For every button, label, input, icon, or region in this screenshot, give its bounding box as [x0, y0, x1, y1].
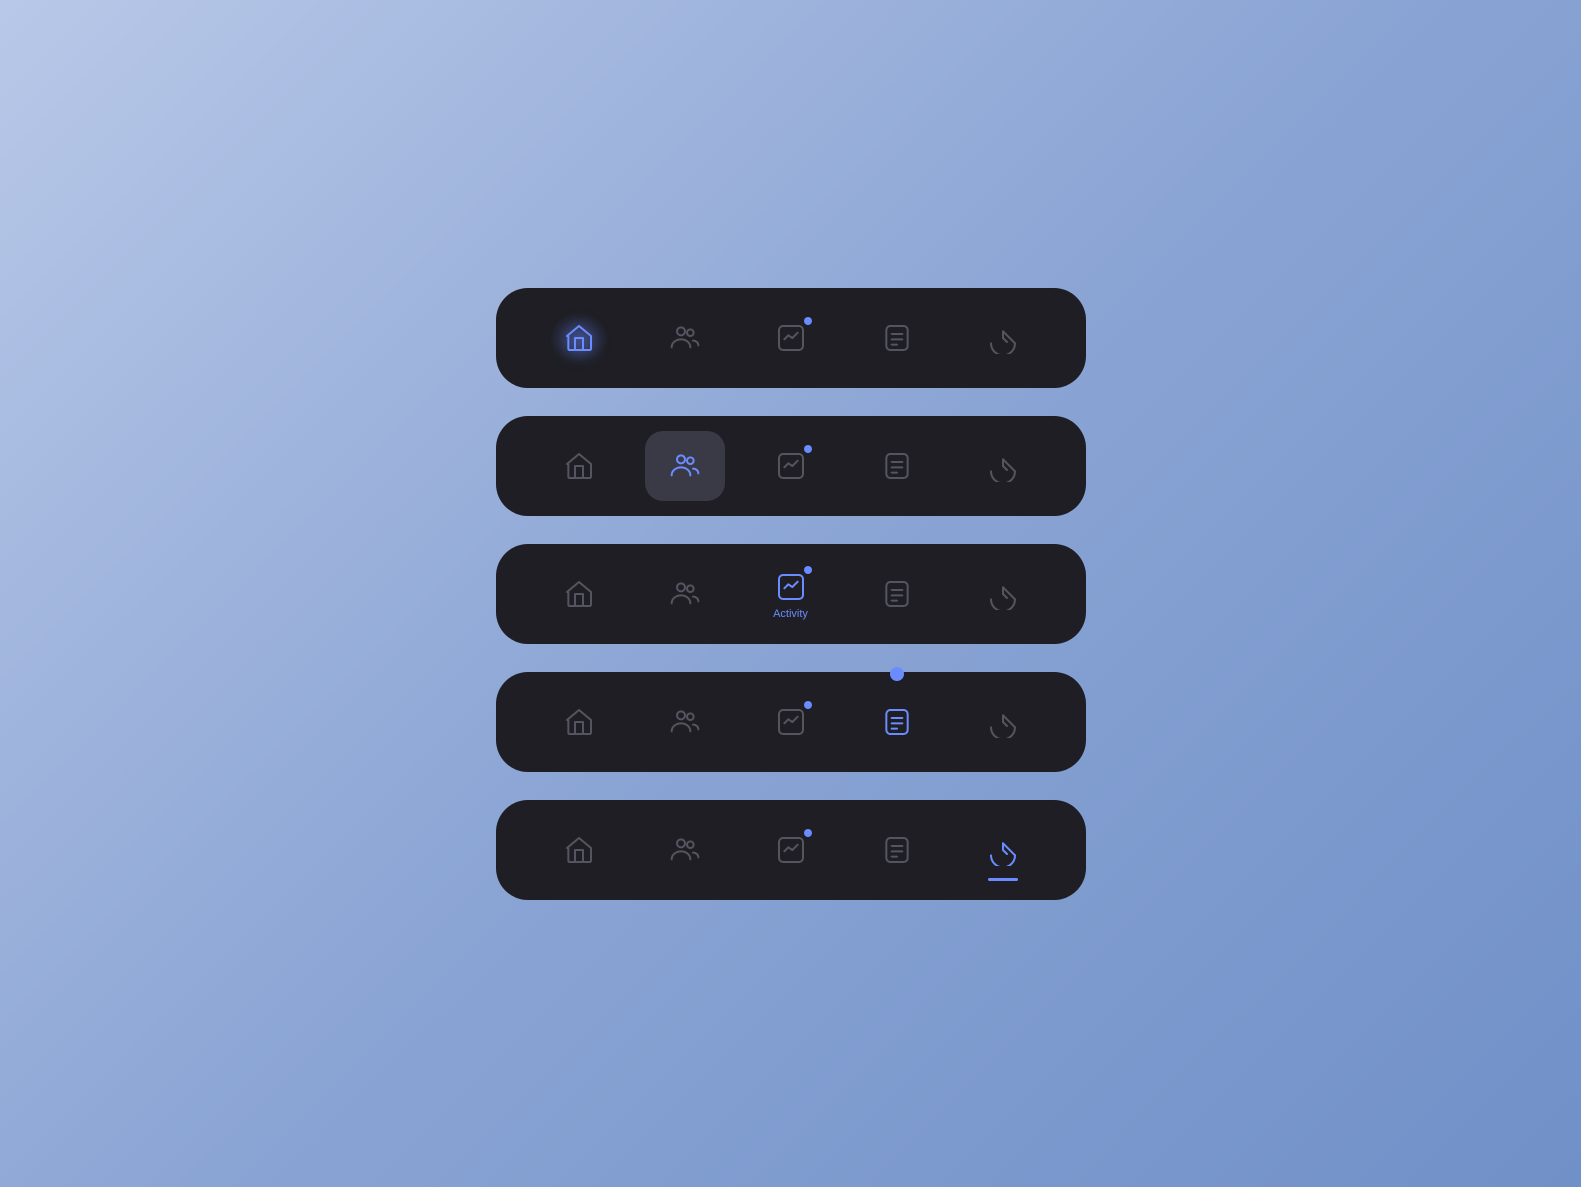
- notes-icon: [878, 319, 916, 357]
- activity-icon-wrap: [772, 319, 810, 357]
- activity-icon: [772, 831, 810, 869]
- reports-icon: [984, 447, 1022, 485]
- nav-team-row5[interactable]: [645, 815, 725, 885]
- nav-activity-row4[interactable]: [751, 687, 831, 757]
- nav-home-row2[interactable]: [539, 431, 619, 501]
- nav-activity-row3[interactable]: Activity: [751, 554, 831, 634]
- activity-label: Activity: [773, 608, 808, 620]
- activity-icon: [772, 568, 810, 606]
- activity-notif-dot: [804, 317, 812, 325]
- notes-icon: [878, 447, 916, 485]
- navbar-row4: [496, 672, 1086, 772]
- activity-icon: [772, 703, 810, 741]
- nav-team-row4[interactable]: [645, 687, 725, 757]
- navbars-container: Activity: [496, 288, 1086, 900]
- home-icon: [560, 447, 598, 485]
- team-icon: [666, 447, 704, 485]
- notes-icon: [878, 703, 916, 741]
- nav-home-row3[interactable]: [539, 559, 619, 629]
- reports-icon: [984, 319, 1022, 357]
- activity-icon-wrap: [772, 703, 810, 741]
- nav-activity-row2[interactable]: [751, 431, 831, 501]
- reports-icon: [984, 575, 1022, 613]
- nav-home-row5[interactable]: [539, 815, 619, 885]
- home-icon: [560, 703, 598, 741]
- nav-notes-row4[interactable]: [857, 687, 937, 757]
- nav-reports-row5[interactable]: [963, 815, 1043, 885]
- nav-reports-row3[interactable]: [963, 559, 1043, 629]
- navbar-row3: Activity: [496, 544, 1086, 644]
- team-icon: [666, 575, 704, 613]
- navbar-row5: [496, 800, 1086, 900]
- activity-icon-wrap: [772, 447, 810, 485]
- nav-reports-row1[interactable]: [963, 303, 1043, 373]
- home-icon: [560, 831, 598, 869]
- nav-activity-row5[interactable]: [751, 815, 831, 885]
- navbar-row1: [496, 288, 1086, 388]
- reports-icon: [984, 703, 1022, 741]
- activity-icon: [772, 319, 810, 357]
- activity-icon-wrap: [772, 568, 810, 606]
- navbar-row2: [496, 416, 1086, 516]
- nav-notes-row5[interactable]: [857, 815, 937, 885]
- home-icon: [560, 575, 598, 613]
- activity-notif-dot: [804, 829, 812, 837]
- team-icon: [666, 319, 704, 357]
- nav-reports-row2[interactable]: [963, 431, 1043, 501]
- nav-activity-row1[interactable]: [751, 303, 831, 373]
- activity-notif-dot: [804, 566, 812, 574]
- nav-home-row1[interactable]: [539, 303, 619, 373]
- activity-icon: [772, 447, 810, 485]
- nav-notes-row3[interactable]: [857, 559, 937, 629]
- notes-icon: [878, 831, 916, 869]
- reports-icon: [984, 831, 1022, 869]
- nav-team-row1[interactable]: [645, 303, 725, 373]
- activity-notif-dot: [804, 445, 812, 453]
- nav-team-row2[interactable]: [645, 431, 725, 501]
- nav-reports-row4[interactable]: [963, 687, 1043, 757]
- nav-notes-row2[interactable]: [857, 431, 937, 501]
- nav-home-row4[interactable]: [539, 687, 619, 757]
- activity-notif-dot: [804, 701, 812, 709]
- home-icon: [560, 319, 598, 357]
- activity-icon-wrap: [772, 831, 810, 869]
- team-icon: [666, 831, 704, 869]
- nav-team-row3[interactable]: [645, 559, 725, 629]
- nav-notes-row1[interactable]: [857, 303, 937, 373]
- notes-icon: [878, 575, 916, 613]
- team-icon: [666, 703, 704, 741]
